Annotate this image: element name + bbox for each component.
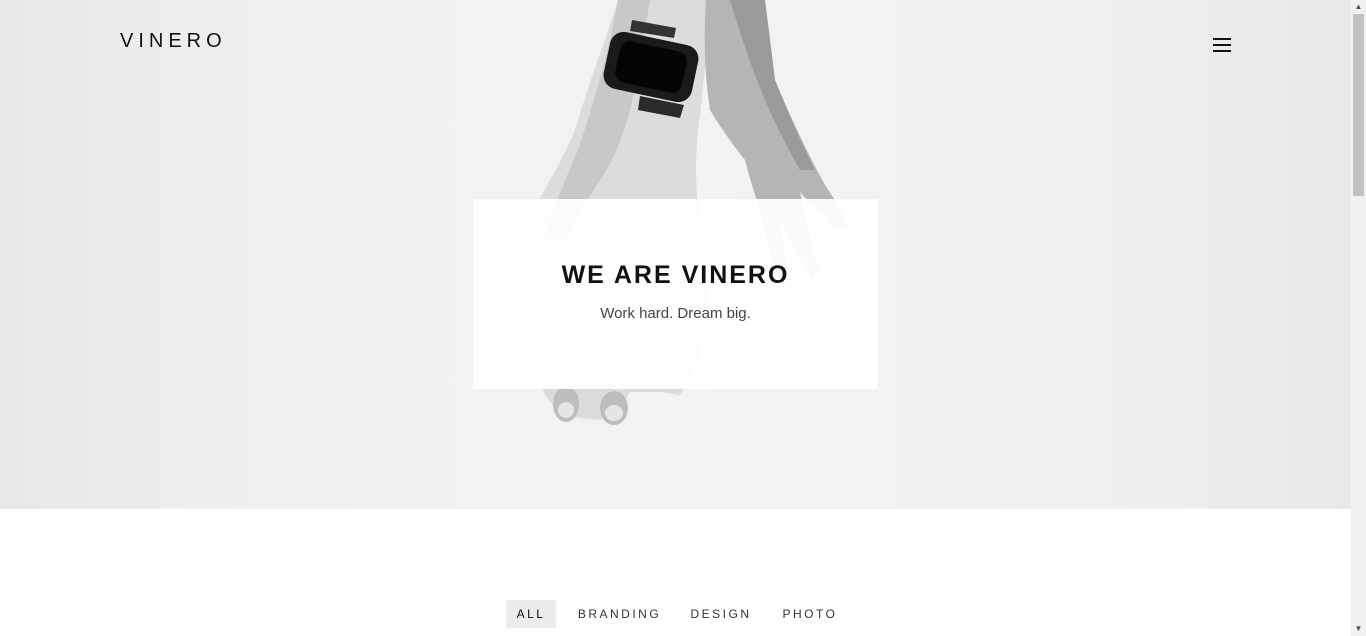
hamburger-bar xyxy=(1213,50,1231,52)
hero-title: WE ARE VINERO xyxy=(561,261,790,289)
hero-section: VINERO WE ARE VINERO Work hard. Dream bi… xyxy=(0,0,1351,509)
filter-design[interactable]: DESIGN xyxy=(688,600,754,628)
vertical-scrollbar[interactable]: ▲ ▼ xyxy=(1351,0,1366,636)
scrollbar-thumb[interactable] xyxy=(1353,14,1364,196)
hamburger-bar xyxy=(1213,38,1231,40)
scroll-down-icon[interactable]: ▼ xyxy=(1351,622,1366,636)
filter-photo[interactable]: PHOTO xyxy=(780,600,840,628)
filter-branding[interactable]: BRANDING xyxy=(577,600,662,628)
portfolio-filters: ALL BRANDING DESIGN PHOTO xyxy=(0,600,1351,628)
hamburger-bar xyxy=(1213,44,1231,46)
hamburger-icon[interactable] xyxy=(1208,34,1236,56)
filter-all[interactable]: ALL xyxy=(506,600,556,628)
scroll-up-icon[interactable]: ▲ xyxy=(1351,0,1366,14)
hero-subtitle: Work hard. Dream big. xyxy=(600,305,751,322)
page: VINERO WE ARE VINERO Work hard. Dream bi… xyxy=(0,0,1366,636)
viewport: VINERO WE ARE VINERO Work hard. Dream bi… xyxy=(0,0,1351,636)
intro-box: WE ARE VINERO Work hard. Dream big. xyxy=(473,199,878,389)
site-logo[interactable]: VINERO xyxy=(120,30,227,53)
